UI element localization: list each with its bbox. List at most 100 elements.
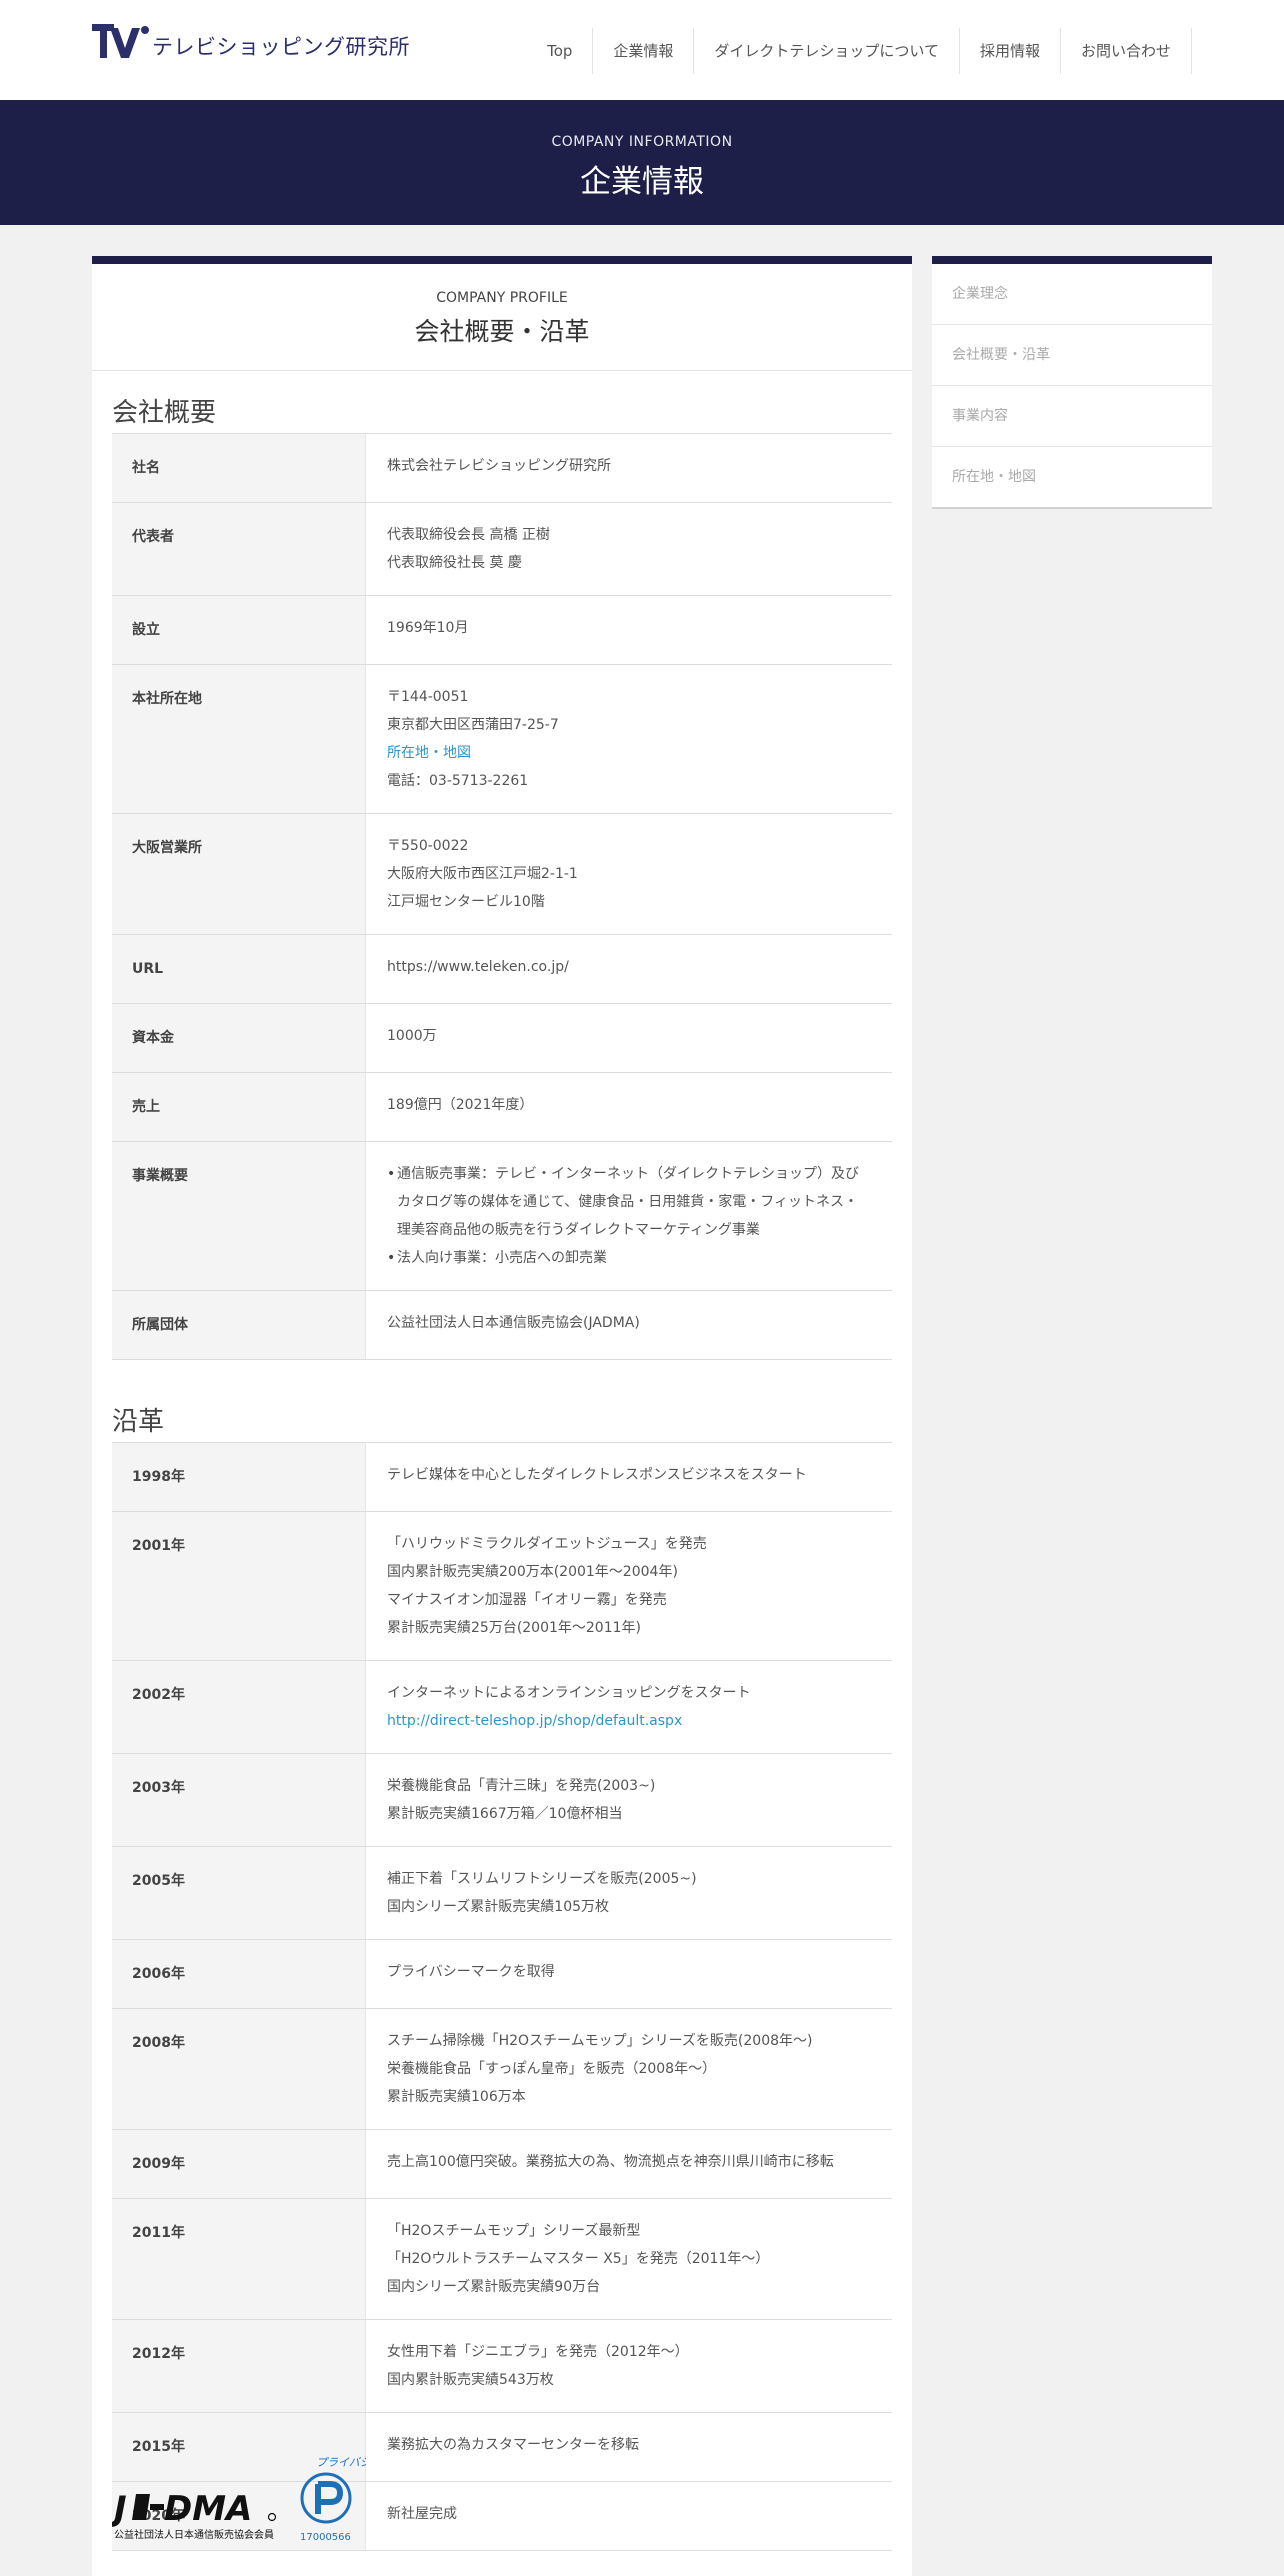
table-row: URL https://www.teleken.co.jp/ [112, 934, 892, 1004]
row-label: URL [112, 934, 366, 1004]
row-value: 通信販売事業：テレビ・インターネット（ダイレクトテレショップ）及びカタログ等の媒… [365, 1141, 892, 1291]
table-row: 2011年 「H2Oスチームモップ」シリーズ最新型 「H2Oウルトラスチームマス… [112, 2198, 892, 2320]
sidebar-item-profile-history[interactable]: 会社概要・沿革 [932, 325, 1212, 386]
history-line: 業務拡大の為カスタマーセンターを移転 [387, 2437, 639, 2453]
table-row: 資本金 1000万 [112, 1003, 892, 1073]
table-row: 2001年 「ハリウッドミラクルダイエットジュース」を発売 国内累計販売実績20… [112, 1511, 892, 1661]
history-line: 栄養機能食品「青汁三昧」を発売(2003~) [387, 1778, 656, 1794]
row-label: 所属団体 [112, 1290, 366, 1360]
osaka-address: 大阪府大阪市西区江戸堀2-1-1 [387, 866, 578, 882]
history-line: 新社屋完成 [387, 2506, 457, 2522]
sales: 189億円（2021年度） [387, 1097, 534, 1113]
history-line: インターネットによるオンラインショッピングをスタート [387, 1685, 751, 1701]
row-value: 1000万 [365, 1003, 892, 1073]
row-value: 株式会社テレビショッピング研究所 [365, 433, 892, 503]
history-line: 補正下着「スリムリフトシリーズを販売(2005~) [387, 1871, 697, 1887]
row-value: インターネットによるオンラインショッピングをスタート http://direct… [365, 1660, 892, 1754]
table-row: 代表者 代表取締役会長 高橋 正樹 代表取締役社長 莫 慶 [112, 502, 892, 596]
profile-heading: COMPANY PROFILE 会社概要・沿革 [92, 264, 912, 371]
history-line: 「H2Oウルトラスチームマスター X5」を発売（2011年〜） [387, 2251, 770, 2267]
row-label: 売上 [112, 1072, 366, 1142]
history-line: 累計販売実績25万台(2001年〜2011年) [387, 1620, 641, 1636]
hq-address: 東京都大田区西蒲田7-25-7 [387, 717, 559, 733]
table-row: 2006年 プライバシーマークを取得 [112, 1939, 892, 2009]
history-line: 「ハリウッドミラクルダイエットジュース」を発売 [387, 1536, 707, 1552]
sidebar-item-philosophy[interactable]: 企業理念 [932, 264, 1212, 325]
row-value: 栄養機能食品「青汁三昧」を発売(2003~) 累計販売実績1667万箱／10億杯… [365, 1753, 892, 1847]
row-value: 補正下着「スリムリフトシリーズを販売(2005~) 国内シリーズ累計販売実績10… [365, 1846, 892, 1940]
sidebar-item-business[interactable]: 事業内容 [932, 386, 1212, 447]
row-value: 業務拡大の為カスタマーセンターを移転 [365, 2412, 892, 2482]
history-line: 国内シリーズ累計販売実績90万台 [387, 2279, 601, 2295]
year-label: 2011年 [112, 2198, 366, 2320]
page-title: 企業情報 [580, 164, 704, 200]
row-value: テレビ媒体を中心としたダイレクトレスポンスビジネスをスタート [365, 1442, 892, 1512]
association: 公益社団法人日本通信販売協会(JADMA) [387, 1315, 640, 1331]
business-list: 通信販売事業：テレビ・インターネット（ダイレクトテレショップ）及びカタログ等の媒… [387, 1160, 872, 1272]
row-value: https://www.teleken.co.jp/ [365, 934, 892, 1004]
sidebar: 企業理念 会社概要・沿革 事業内容 所在地・地図 [932, 256, 1212, 509]
year-label: 2009年 [112, 2129, 366, 2199]
row-value: 代表取締役会長 高橋 正樹 代表取締役社長 莫 慶 [365, 502, 892, 596]
year-label: 2008年 [112, 2008, 366, 2130]
nav-contact[interactable]: お問い合わせ [1061, 28, 1192, 74]
row-value: 189億円（2021年度） [365, 1072, 892, 1142]
capital: 1000万 [387, 1028, 437, 1044]
year-label: 2006年 [112, 1939, 366, 2009]
site-url: https://www.teleken.co.jp/ [387, 959, 569, 975]
nav-company-info[interactable]: 企業情報 [593, 28, 695, 74]
jadma-logo-icon: J DMA 公益社団法人日本通信販売協会会員 [112, 2489, 277, 2541]
row-value: 新社屋完成 [365, 2481, 892, 2551]
year-label: 2005年 [112, 1846, 366, 1940]
history-line: マイナスイオン加湿器「イオリー霧」を発売 [387, 1592, 667, 1608]
history-line: 累計販売実績106万本 [387, 2089, 526, 2105]
row-value: 「ハリウッドミラクルダイエットジュース」を発売 国内累計販売実績200万本(20… [365, 1511, 892, 1661]
row-value: 〒144-0051 東京都大田区西蒲田7-25-7 所在地・地図 電話：03-5… [365, 664, 892, 814]
map-link[interactable]: 所在地・地図 [387, 739, 872, 767]
history-line: プライバシーマークを取得 [387, 1964, 555, 1980]
history-line: 国内累計販売実績543万枚 [387, 2372, 554, 2388]
site-logo[interactable]: テレビショッピング研究所 [92, 22, 410, 60]
hq-phone: 電話：03-5713-2261 [387, 773, 529, 789]
hq-postal-code: 〒144-0051 [387, 689, 469, 705]
osaka-postal-code: 〒550-0022 [387, 838, 469, 854]
table-row: 大阪営業所 〒550-0022 大阪府大阪市西区江戸堀2-1-1 江戸堀センター… [112, 813, 892, 935]
hero-subtitle: COMPANY INFORMATION [551, 134, 733, 150]
nav-top[interactable]: Top [527, 28, 594, 74]
table-row: 2008年 スチーム掃除機「H2Oスチームモップ」シリーズを販売(2008年〜)… [112, 2008, 892, 2130]
history-line: 売上高100億円突破。業務拡大の為、物流拠点を神奈川県川崎市に移転 [387, 2154, 834, 2170]
pmark-text: プライバシー [316, 2456, 366, 2469]
representative-chairman: 代表取締役会長 高橋 正樹 [387, 527, 550, 543]
table-row: 2005年 補正下着「スリムリフトシリーズを販売(2005~) 国内シリーズ累計… [112, 1846, 892, 1940]
history-line: 累計販売実績1667万箱／10億杯相当 [387, 1806, 623, 1822]
year-label: 2003年 [112, 1753, 366, 1847]
nav-recruit[interactable]: 採用情報 [960, 28, 1061, 74]
nav-direct-teleshop[interactable]: ダイレクトテレショップについて [694, 28, 960, 74]
table-row: 設立 1969年10月 [112, 595, 892, 665]
row-label: 設立 [112, 595, 366, 665]
year-label: 2001年 [112, 1511, 366, 1661]
global-nav: Top 企業情報 ダイレクトテレショップについて 採用情報 お問い合わせ [527, 28, 1192, 74]
sidebar-item-location-map[interactable]: 所在地・地図 [932, 447, 1212, 509]
osaka-building: 江戸堀センタービル10階 [387, 894, 545, 910]
privacy-mark-icon: プライバシー 17000566 [300, 2456, 366, 2543]
row-value: 公益社団法人日本通信販売協会(JADMA) [365, 1290, 892, 1360]
row-value: 〒550-0022 大阪府大阪市西区江戸堀2-1-1 江戸堀センタービル10階 [365, 813, 892, 935]
table-row: 2003年 栄養機能食品「青汁三昧」を発売(2003~) 累計販売実績1667万… [112, 1753, 892, 1847]
row-value: 1969年10月 [365, 595, 892, 665]
representative-president: 代表取締役社長 莫 慶 [387, 555, 522, 571]
year-label: 1998年 [112, 1442, 366, 1512]
table-row: 1998年 テレビ媒体を中心としたダイレクトレスポンスビジネスをスタート [112, 1442, 892, 1512]
history-line: 女性用下着「ジニエブラ」を発売（2012年〜） [387, 2344, 689, 2360]
overview-heading: 会社概要 [112, 398, 217, 428]
table-row: 本社所在地 〒144-0051 東京都大田区西蒲田7-25-7 所在地・地図 電… [112, 664, 892, 814]
jadma-caption: 公益社団法人日本通信販売協会会員 [114, 2528, 274, 2541]
table-row: 2009年 売上高100億円突破。業務拡大の為、物流拠点を神奈川県川崎市に移転 [112, 2129, 892, 2199]
history-line: 「H2Oスチームモップ」シリーズ最新型 [387, 2223, 641, 2239]
history-line: 国内シリーズ累計販売実績105万枚 [387, 1899, 610, 1915]
site-header: テレビショッピング研究所 Top 企業情報 ダイレクトテレショップについて 採用… [0, 0, 1284, 100]
shop-link[interactable]: http://direct-teleshop.jp/shop/default.a… [387, 1707, 872, 1735]
company-name: 株式会社テレビショッピング研究所 [387, 458, 611, 474]
founded-date: 1969年10月 [387, 620, 469, 636]
history-heading: 沿革 [112, 1407, 165, 1437]
